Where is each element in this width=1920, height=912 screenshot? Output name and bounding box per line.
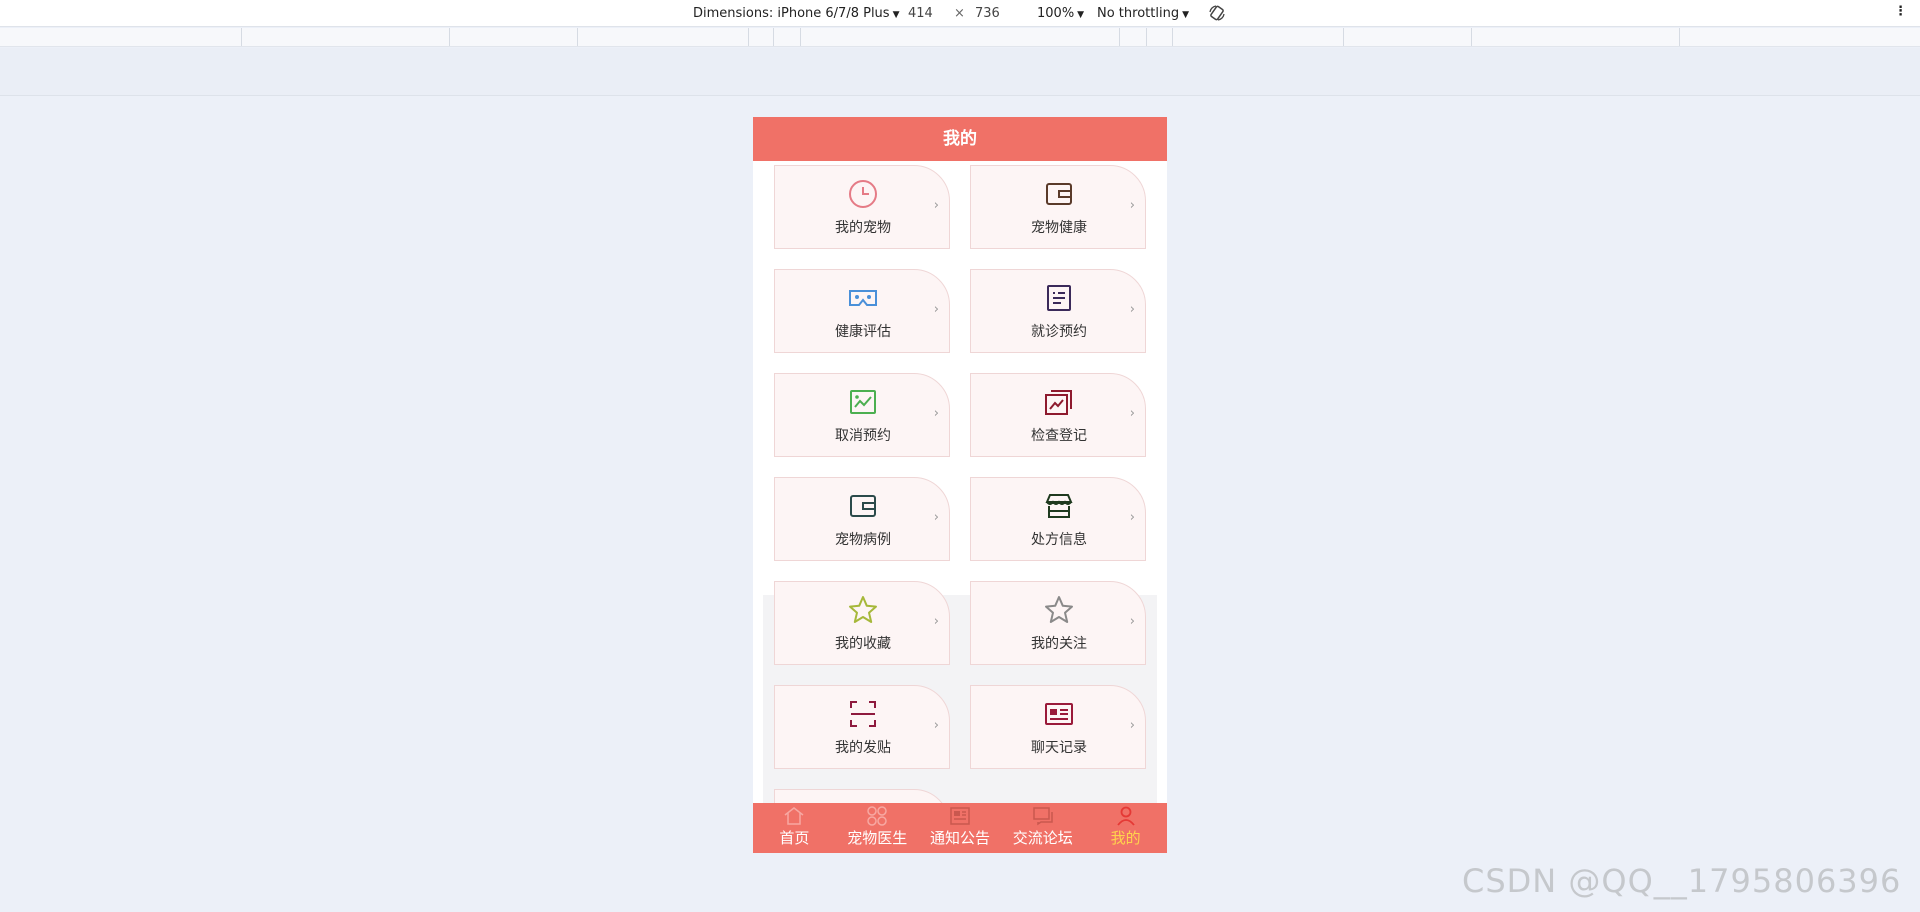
tab-mine[interactable]: 我的 bbox=[1084, 803, 1167, 853]
bottom-tab-bar: 首页 宠物医生 通知公告 交流论坛 我的 bbox=[753, 803, 1167, 853]
menu-item-label: 宠物健康 bbox=[1031, 220, 1087, 236]
throttling-label: No throttling bbox=[1097, 6, 1180, 21]
menu-item-my-pets[interactable]: 我的宠物 › bbox=[774, 165, 950, 249]
scan-icon bbox=[850, 701, 876, 727]
menu-item-pet-cases[interactable]: 宠物病例 › bbox=[774, 477, 950, 561]
menu-item-my-follows[interactable]: 我的关注 › bbox=[970, 581, 1146, 665]
chart-stack-icon bbox=[1045, 390, 1072, 415]
chevron-right-icon: › bbox=[1129, 198, 1135, 213]
dropdown-arrow-icon: ▼ bbox=[892, 10, 900, 20]
menu-item-my-favorites[interactable]: 我的收藏 › bbox=[774, 581, 950, 665]
chevron-right-icon: › bbox=[933, 198, 939, 213]
dropdown-arrow-icon: ▼ bbox=[1077, 10, 1085, 20]
phone-viewport: 我的 我的宠物 › 宠物健康 › 健康评估 › 就诊预约 › 取消预约 › 检查… bbox=[753, 117, 1167, 853]
menu-item-cancel-appointment[interactable]: 取消预约 › bbox=[774, 373, 950, 457]
store-icon bbox=[1045, 494, 1073, 518]
menu-item-exam-registration[interactable]: 检查登记 › bbox=[970, 373, 1146, 457]
menu-item-label: 我的收藏 bbox=[835, 636, 891, 652]
id-card-icon bbox=[1045, 703, 1073, 725]
menu-item-label: 我的宠物 bbox=[835, 220, 891, 236]
vr-glasses-icon bbox=[849, 290, 877, 306]
chevron-right-icon: › bbox=[933, 510, 939, 525]
chevron-right-icon: › bbox=[1129, 718, 1135, 733]
menu-item-label: 检查登记 bbox=[1031, 428, 1087, 444]
menu-item-chat-history[interactable]: 聊天记录 › bbox=[970, 685, 1146, 769]
chart-image-icon bbox=[850, 390, 876, 414]
chevron-right-icon: › bbox=[933, 406, 939, 421]
tab-label: 通知公告 bbox=[929, 829, 990, 847]
menu-item-pet-health[interactable]: 宠物健康 › bbox=[970, 165, 1146, 249]
height-field[interactable]: 736 bbox=[975, 6, 1000, 21]
menu-item-prescription[interactable]: 处方信息 › bbox=[970, 477, 1146, 561]
user-icon bbox=[1116, 806, 1135, 826]
rotate-icon[interactable] bbox=[1208, 4, 1226, 26]
tab-notices[interactable]: 通知公告 bbox=[919, 803, 1002, 853]
throttling-dropdown[interactable]: No throttling ▼ bbox=[1097, 6, 1189, 21]
menu-item-label: 取消预约 bbox=[835, 428, 891, 444]
more-options-icon[interactable]: ⋮ bbox=[1894, 4, 1907, 19]
star-icon bbox=[849, 596, 877, 623]
chat-icon bbox=[1033, 807, 1053, 826]
devtools-toolbar: Dimensions: iPhone 6/7/8 Plus ▼ 414 × 736… bbox=[0, 0, 1920, 27]
zoom-label: 100% bbox=[1037, 6, 1075, 21]
menu-item-label: 我的发贴 bbox=[835, 740, 891, 756]
menu-item-label: 处方信息 bbox=[1031, 532, 1087, 548]
tab-pet-doctor[interactable]: 宠物医生 bbox=[836, 803, 919, 853]
device-dimensions-dropdown[interactable]: Dimensions: iPhone 6/7/8 Plus ▼ bbox=[693, 6, 900, 21]
page-title: 我的 bbox=[753, 117, 1167, 161]
watermark: CSDN @QQ__1795806396 bbox=[1462, 862, 1902, 900]
dropdown-arrow-icon: ▼ bbox=[1182, 10, 1189, 20]
home-icon bbox=[784, 807, 804, 825]
tab-label: 宠物医生 bbox=[847, 829, 908, 847]
wallet-icon bbox=[850, 495, 876, 517]
times-sign: × bbox=[954, 6, 965, 21]
chevron-right-icon: › bbox=[1129, 302, 1135, 317]
tab-label: 交流论坛 bbox=[1012, 829, 1073, 847]
ruler-band bbox=[0, 48, 1920, 96]
menu-content[interactable]: 我的宠物 › 宠物健康 › 健康评估 › 就诊预约 › 取消预约 › 检查登记 … bbox=[753, 161, 1167, 808]
tab-forum[interactable]: 交流论坛 bbox=[1001, 803, 1084, 853]
document-list-icon bbox=[1047, 285, 1071, 311]
menu-item-label: 健康评估 bbox=[835, 324, 891, 340]
media-query-ruler bbox=[0, 28, 1920, 47]
news-icon bbox=[950, 807, 970, 825]
wallet-icon bbox=[1046, 183, 1072, 205]
tab-label: 首页 bbox=[779, 829, 810, 847]
device-label: Dimensions: iPhone 6/7/8 Plus bbox=[693, 6, 890, 21]
chevron-right-icon: › bbox=[933, 614, 939, 629]
tab-home[interactable]: 首页 bbox=[753, 803, 836, 853]
menu-item-appointment[interactable]: 就诊预约 › bbox=[970, 269, 1146, 353]
grid-icon bbox=[867, 806, 887, 826]
menu-item-health-assessment[interactable]: 健康评估 › bbox=[774, 269, 950, 353]
menu-item-label: 宠物病例 bbox=[835, 532, 891, 548]
tab-label: 我的 bbox=[1110, 829, 1141, 847]
menu-item-label: 就诊预约 bbox=[1031, 324, 1087, 340]
menu-item-my-posts[interactable]: 我的发贴 › bbox=[774, 685, 950, 769]
width-field[interactable]: 414 bbox=[908, 6, 933, 21]
menu-item-label: 我的关注 bbox=[1031, 636, 1087, 652]
clock-icon bbox=[849, 180, 877, 208]
menu-item-label: 聊天记录 bbox=[1031, 740, 1087, 756]
star-icon bbox=[1045, 596, 1073, 623]
chevron-right-icon: › bbox=[933, 718, 939, 733]
chevron-right-icon: › bbox=[933, 302, 939, 317]
chevron-right-icon: › bbox=[1129, 510, 1135, 525]
chevron-right-icon: › bbox=[1129, 406, 1135, 421]
zoom-dropdown[interactable]: 100% ▼ bbox=[1037, 6, 1084, 21]
chevron-right-icon: › bbox=[1129, 614, 1135, 629]
